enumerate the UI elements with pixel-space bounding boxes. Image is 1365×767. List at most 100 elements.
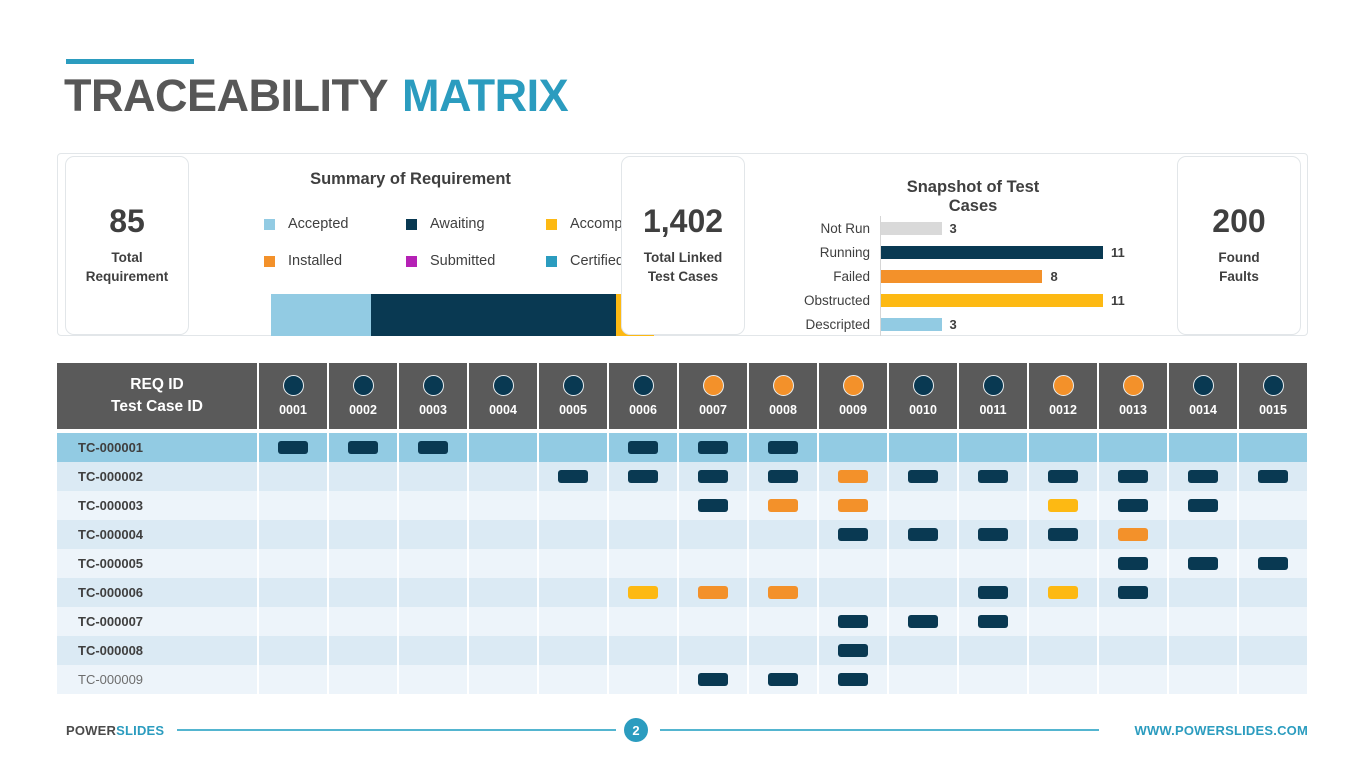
matrix-cell[interactable] (259, 636, 327, 665)
matrix-cell[interactable] (1169, 491, 1237, 520)
matrix-cell[interactable] (539, 462, 607, 491)
matrix-cell[interactable] (889, 607, 957, 636)
matrix-cell[interactable] (959, 665, 1027, 694)
matrix-cell[interactable] (1029, 549, 1097, 578)
matrix-cell[interactable] (749, 607, 817, 636)
matrix-cell[interactable] (609, 549, 677, 578)
site-url[interactable]: WWW.POWERSLIDES.COM (1134, 723, 1308, 738)
matrix-table-row[interactable]: TC-000009 (57, 665, 1309, 694)
matrix-cell[interactable] (259, 433, 327, 462)
matrix-column-header-0009[interactable]: 0009 (819, 363, 887, 429)
matrix-cell[interactable] (679, 433, 747, 462)
matrix-column-header-0004[interactable]: 0004 (469, 363, 537, 429)
matrix-cell[interactable] (1169, 636, 1237, 665)
matrix-cell[interactable] (609, 607, 677, 636)
matrix-cell[interactable] (259, 520, 327, 549)
matrix-column-header-0001[interactable]: 0001 (259, 363, 327, 429)
matrix-table-row[interactable]: TC-000004 (57, 520, 1309, 549)
matrix-cell[interactable] (1239, 433, 1307, 462)
matrix-cell[interactable] (329, 462, 397, 491)
matrix-cell[interactable] (1029, 665, 1097, 694)
matrix-cell[interactable] (889, 549, 957, 578)
matrix-cell[interactable] (679, 520, 747, 549)
matrix-column-header-0014[interactable]: 0014 (1169, 363, 1237, 429)
matrix-column-header-0015[interactable]: 0015 (1239, 363, 1307, 429)
matrix-cell[interactable] (889, 520, 957, 549)
matrix-column-header-0012[interactable]: 0012 (1029, 363, 1097, 429)
matrix-cell[interactable] (399, 520, 467, 549)
matrix-cell[interactable] (819, 636, 887, 665)
matrix-cell[interactable] (399, 491, 467, 520)
matrix-cell[interactable] (1239, 462, 1307, 491)
matrix-cell[interactable] (889, 578, 957, 607)
matrix-cell[interactable] (819, 491, 887, 520)
matrix-cell[interactable] (679, 607, 747, 636)
matrix-cell[interactable] (469, 665, 537, 694)
matrix-table-row[interactable]: TC-000001 (57, 433, 1309, 462)
matrix-cell[interactable] (539, 636, 607, 665)
matrix-cell[interactable] (539, 665, 607, 694)
matrix-cell[interactable] (259, 462, 327, 491)
matrix-cell[interactable] (469, 636, 537, 665)
matrix-cell[interactable] (539, 549, 607, 578)
matrix-cell[interactable] (259, 549, 327, 578)
matrix-cell[interactable] (329, 607, 397, 636)
matrix-cell[interactable] (959, 549, 1027, 578)
matrix-column-header-0010[interactable]: 0010 (889, 363, 957, 429)
matrix-cell[interactable] (259, 665, 327, 694)
matrix-cell[interactable] (1099, 433, 1167, 462)
matrix-cell[interactable] (399, 636, 467, 665)
matrix-cell[interactable] (1169, 520, 1237, 549)
matrix-cell[interactable] (469, 607, 537, 636)
matrix-cell[interactable] (329, 520, 397, 549)
matrix-cell[interactable] (819, 433, 887, 462)
matrix-cell[interactable] (679, 491, 747, 520)
matrix-cell[interactable] (259, 578, 327, 607)
matrix-cell[interactable] (1239, 607, 1307, 636)
matrix-cell[interactable] (469, 578, 537, 607)
matrix-cell[interactable] (1239, 665, 1307, 694)
matrix-column-header-0005[interactable]: 0005 (539, 363, 607, 429)
matrix-cell[interactable] (1099, 607, 1167, 636)
matrix-cell[interactable] (679, 636, 747, 665)
matrix-cell[interactable] (1169, 462, 1237, 491)
matrix-cell[interactable] (749, 433, 817, 462)
matrix-cell[interactable] (1099, 549, 1167, 578)
matrix-cell[interactable] (959, 636, 1027, 665)
matrix-cell[interactable] (1169, 607, 1237, 636)
matrix-cell[interactable] (1029, 433, 1097, 462)
matrix-cell[interactable] (819, 520, 887, 549)
matrix-cell[interactable] (889, 462, 957, 491)
matrix-cell[interactable] (609, 665, 677, 694)
matrix-cell[interactable] (959, 607, 1027, 636)
matrix-cell[interactable] (819, 607, 887, 636)
matrix-cell[interactable] (1099, 665, 1167, 694)
matrix-cell[interactable] (539, 433, 607, 462)
matrix-cell[interactable] (1169, 433, 1237, 462)
matrix-cell[interactable] (329, 491, 397, 520)
matrix-table-row[interactable]: TC-000005 (57, 549, 1309, 578)
matrix-cell[interactable] (469, 433, 537, 462)
matrix-column-header-0008[interactable]: 0008 (749, 363, 817, 429)
matrix-cell[interactable] (1169, 665, 1237, 694)
matrix-cell[interactable] (399, 549, 467, 578)
matrix-cell[interactable] (819, 665, 887, 694)
matrix-cell[interactable] (1239, 549, 1307, 578)
matrix-table-row[interactable]: TC-000002 (57, 462, 1309, 491)
matrix-cell[interactable] (1169, 549, 1237, 578)
matrix-cell[interactable] (1239, 520, 1307, 549)
matrix-column-header-0013[interactable]: 0013 (1099, 363, 1167, 429)
matrix-cell[interactable] (609, 462, 677, 491)
matrix-cell[interactable] (1099, 462, 1167, 491)
matrix-table-row[interactable]: TC-000008 (57, 636, 1309, 665)
matrix-cell[interactable] (1239, 636, 1307, 665)
matrix-cell[interactable] (1029, 607, 1097, 636)
matrix-cell[interactable] (679, 462, 747, 491)
matrix-cell[interactable] (1239, 578, 1307, 607)
matrix-cell[interactable] (469, 491, 537, 520)
matrix-cell[interactable] (1029, 636, 1097, 665)
matrix-cell[interactable] (469, 520, 537, 549)
matrix-cell[interactable] (679, 549, 747, 578)
matrix-cell[interactable] (329, 665, 397, 694)
matrix-cell[interactable] (959, 578, 1027, 607)
